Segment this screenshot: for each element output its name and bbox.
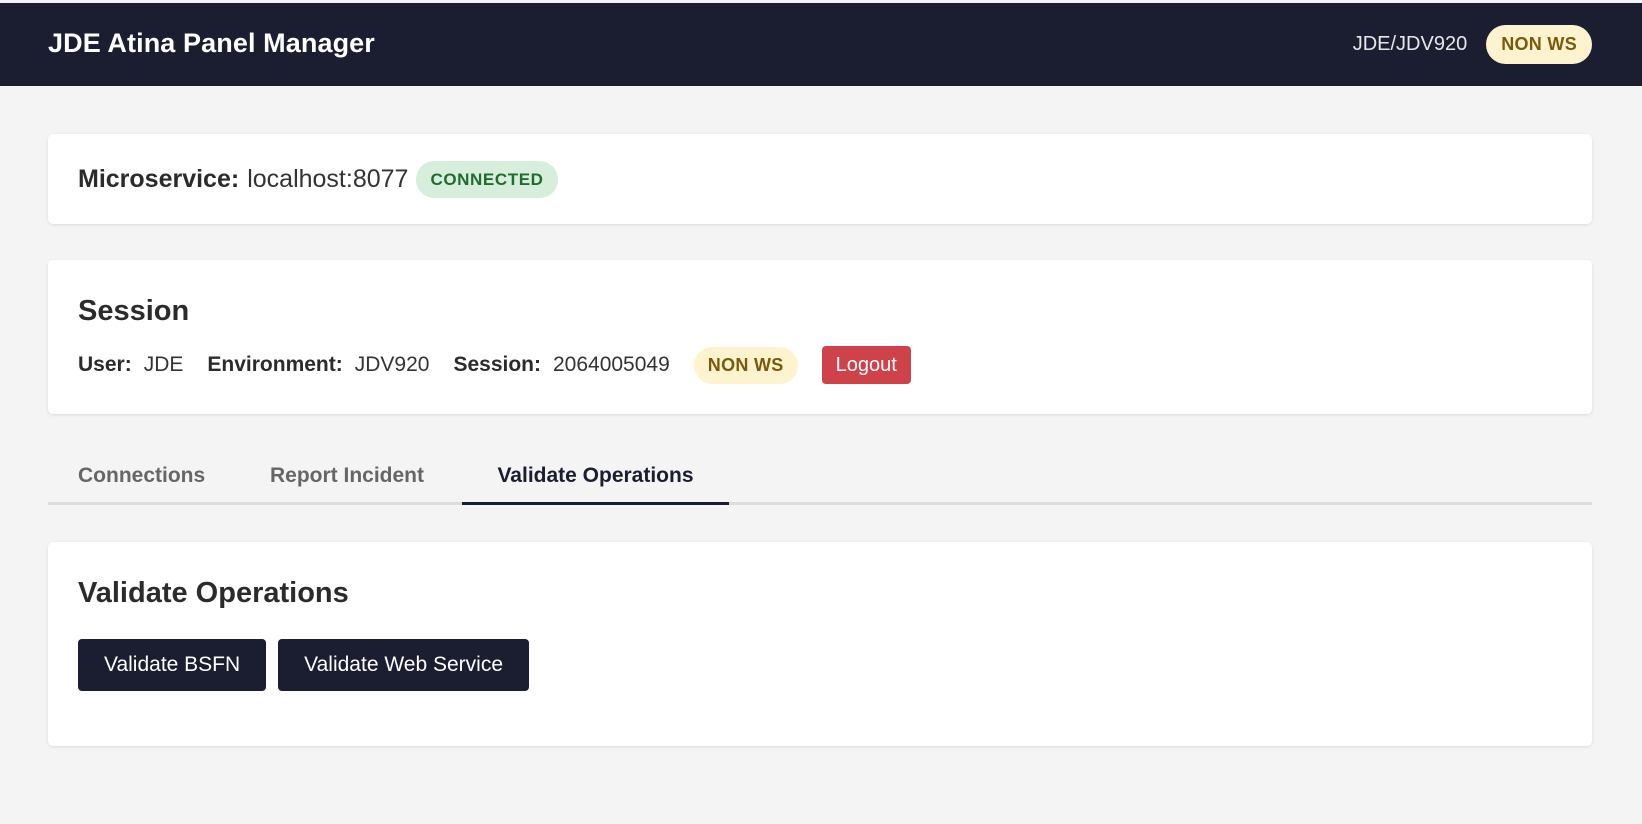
mode-badge: NON WS (1486, 25, 1592, 64)
environment-field-label: Environment: (207, 353, 343, 376)
tab-validate-operations[interactable]: Validate Operations (462, 450, 729, 505)
user-label: User: (78, 353, 132, 376)
microservice-label: Microservice: (78, 165, 240, 193)
validate-web-service-button[interactable]: Validate Web Service (278, 639, 529, 691)
session-label: Session: (453, 353, 541, 376)
environment-label: JDE/JDV920 (1352, 33, 1468, 55)
connection-status-badge: CONNECTED (416, 161, 558, 198)
session-info-row: User: JDE Environment: JDV920 Session: 2… (78, 346, 911, 384)
validate-actions: Validate BSFN Validate Web Service (78, 639, 529, 691)
app-header: JDE Atina Panel Manager JDE/JDV920 NON W… (0, 3, 1642, 86)
microservice-row: Microservice: localhost:8077 CONNECTED (78, 161, 558, 198)
header-status: JDE/JDV920 NON WS (1353, 25, 1592, 64)
session-user: User: JDE (78, 353, 183, 377)
session-card: Session User: JDE Environment: JDV920 Se… (48, 260, 1592, 414)
session-id: Session: 2064005049 (453, 353, 669, 377)
environment-value: JDV920 (354, 353, 430, 376)
session-mode-badge: NON WS (693, 346, 798, 384)
tab-connections[interactable]: Connections (78, 450, 205, 505)
validate-bsfn-button[interactable]: Validate BSFN (78, 639, 267, 691)
tab-bar: Connections Report Incident Validate Ope… (48, 450, 1592, 505)
session-environment: Environment: JDV920 (207, 353, 429, 377)
logout-button[interactable]: Logout (821, 346, 911, 384)
user-value: JDE (143, 353, 184, 376)
microservice-card: Microservice: localhost:8077 CONNECTED (48, 134, 1592, 224)
tab-report-incident[interactable]: Report Incident (270, 450, 424, 505)
app-title: JDE Atina Panel Manager (48, 28, 375, 58)
session-value: 2064005049 (552, 353, 670, 376)
validate-title: Validate Operations (78, 577, 349, 609)
microservice-host: localhost:8077 (247, 165, 409, 193)
validate-operations-card: Validate Operations Validate BSFN Valida… (48, 542, 1592, 746)
session-title: Session (78, 295, 190, 327)
